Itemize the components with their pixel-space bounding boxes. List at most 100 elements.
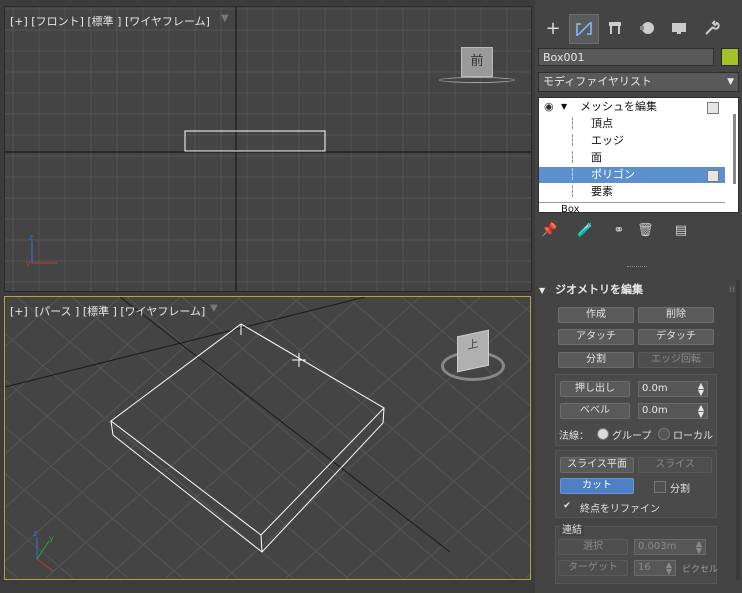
spinner-arrows-icon[interactable]: ▲ ▼ bbox=[696, 540, 702, 555]
extrude-spinner[interactable]: 0.0m ▲ ▼ bbox=[638, 381, 708, 397]
spinner-arrows-icon[interactable]: ▲ ▼ bbox=[698, 382, 704, 397]
stack-subobject-polygon[interactable]: ┆ ポリゴン bbox=[539, 167, 725, 183]
stack-item-label: 要素 bbox=[591, 185, 613, 198]
modifier-stack[interactable]: ◉ ▼ メッシュを編集 ┆ 頂点 ┆ エッジ ┆ 面 ┆ ポリゴン ┆ 要素 B… bbox=[538, 97, 739, 213]
pin-stack-icon[interactable]: 📌 bbox=[541, 222, 557, 240]
slice-button[interactable]: スライス bbox=[638, 457, 712, 473]
configure-modifier-sets-icon[interactable]: ▤ bbox=[673, 222, 689, 240]
refine-ends-checkbox[interactable]: ✔ bbox=[562, 501, 572, 511]
remove-modifier-icon[interactable]: 🗑 bbox=[637, 222, 654, 240]
expand-arrow-icon[interactable]: ▼ bbox=[561, 99, 567, 115]
extrude-button[interactable]: 押し出し bbox=[560, 381, 630, 397]
create-button[interactable]: 作成 bbox=[558, 307, 634, 323]
turn-edge-button[interactable]: エッジ回転 bbox=[638, 352, 714, 368]
cut-button[interactable]: カット bbox=[560, 478, 634, 494]
stack-toolbar: 📌 🧪 ⚭ 🗑 ▤ bbox=[535, 222, 742, 242]
spinner-value: 0.003m bbox=[638, 541, 677, 552]
spinner-value: 16 bbox=[638, 562, 651, 573]
stack-item-label: Box bbox=[561, 204, 580, 213]
delete-button[interactable]: 削除 bbox=[638, 307, 714, 323]
spinner-value: 0.0m bbox=[642, 383, 668, 394]
modify-icon[interactable] bbox=[569, 14, 599, 44]
weld-group: 連結 選択 0.003m ▲ ▼ ターゲット 16 ▲ ▼ ピクセル bbox=[555, 521, 719, 584]
stack-item-toggle[interactable] bbox=[707, 102, 719, 114]
utilities-icon[interactable] bbox=[697, 14, 725, 42]
modifier-list-label: モディファイヤリスト bbox=[543, 75, 652, 88]
stack-item-label: 面 bbox=[591, 151, 602, 164]
create-icon[interactable]: + bbox=[539, 14, 567, 42]
stack-subobject-element[interactable]: ┆ 要素 bbox=[539, 184, 725, 200]
front-viewport[interactable]: z y [+] [フロント] [標準 ] [ワイヤフレーム] ▼ 前 bbox=[4, 6, 532, 292]
stack-scrollbar[interactable] bbox=[733, 114, 736, 184]
axis-tripod-icon: z y bbox=[26, 233, 57, 268]
extrude-bevel-group: 押し出し 0.0m ▲ ▼ ベベル 0.0m ▲ ▼ 法線： グループ ローカル bbox=[555, 374, 717, 446]
stack-subobject-face[interactable]: ┆ 面 bbox=[539, 150, 725, 166]
attach-button[interactable]: アタッチ bbox=[558, 329, 634, 345]
normal-group-radio[interactable] bbox=[597, 428, 609, 440]
stack-item-edit-mesh[interactable]: ◉ ▼ メッシュを編集 bbox=[539, 99, 725, 115]
make-unique-icon[interactable]: ⚭ bbox=[611, 222, 627, 240]
normal-label: 法線： bbox=[559, 431, 589, 442]
eye-icon[interactable]: ◉ bbox=[544, 99, 554, 115]
viewcube[interactable]: 前 bbox=[435, 47, 515, 87]
command-panel: + Box001 モディファイヤリスト ▼ ◉ ▼ メッシュを編集 ┆ 頂点 ┆… bbox=[535, 0, 742, 593]
viewcube-face[interactable]: 前 bbox=[461, 47, 493, 77]
weld-target-spinner[interactable]: 16 ▲ ▼ bbox=[634, 560, 676, 576]
stack-subobject-vertex[interactable]: ┆ 頂点 bbox=[539, 116, 725, 132]
stack-subobject-edge[interactable]: ┆ エッジ bbox=[539, 133, 725, 149]
box-front-wireframe bbox=[184, 130, 326, 152]
viewcube-face[interactable]: 上 bbox=[457, 329, 489, 373]
weld-target-button[interactable]: ターゲット bbox=[558, 560, 628, 576]
stack-item-box[interactable]: Box bbox=[539, 202, 725, 213]
stack-item-label: ポリゴン bbox=[591, 168, 635, 181]
weld-select-button[interactable]: 選択 bbox=[558, 539, 628, 555]
stack-item-label: 頂点 bbox=[591, 117, 613, 130]
rollout-edit-geometry-header[interactable]: ▼ ジオメトリを編集 ⁞⁞ bbox=[539, 282, 739, 298]
normal-local-label: ローカル bbox=[673, 431, 713, 442]
normal-local-radio[interactable] bbox=[658, 428, 670, 440]
viewport-label[interactable]: [+] [パース ] [標準 ] [ワイヤフレーム] bbox=[10, 303, 205, 319]
viewcube[interactable]: 上 bbox=[439, 329, 509, 391]
splitter-handle[interactable] bbox=[627, 266, 647, 270]
chevron-down-icon: ▼ bbox=[727, 77, 734, 87]
hierarchy-icon[interactable] bbox=[601, 14, 629, 42]
slice-group: スライス平面 スライス カット 分割 ✔ 終点をリファイン bbox=[555, 450, 717, 518]
detach-button[interactable]: デタッチ bbox=[638, 329, 714, 345]
show-end-result-icon[interactable]: 🧪 bbox=[577, 222, 593, 240]
weld-threshold-spinner[interactable]: 0.003m ▲ ▼ bbox=[634, 539, 706, 555]
svg-text:z: z bbox=[29, 233, 33, 242]
stack-item-toggle[interactable] bbox=[707, 170, 719, 182]
weld-label: 連結 bbox=[560, 521, 584, 536]
stack-item-label: エッジ bbox=[591, 134, 624, 147]
pixels-label: ピクセル bbox=[682, 565, 719, 575]
refine-ends-label: 終点をリファイン bbox=[580, 504, 660, 515]
axis-tripod-icon: z y bbox=[33, 529, 54, 572]
bevel-spinner[interactable]: 0.0m ▲ ▼ bbox=[638, 403, 708, 419]
spinner-arrows-icon[interactable]: ▲ ▼ bbox=[698, 404, 704, 419]
object-name-input[interactable]: Box001 bbox=[538, 48, 714, 66]
collapse-arrow-icon: ▼ bbox=[539, 286, 546, 295]
motion-icon[interactable] bbox=[633, 14, 661, 42]
object-color-swatch[interactable] bbox=[721, 48, 739, 66]
spinner-arrows-icon[interactable]: ▲ ▼ bbox=[666, 561, 672, 576]
viewport-label[interactable]: [+] [フロント] [標準 ] [ワイヤフレーム] bbox=[10, 13, 210, 29]
svg-text:z: z bbox=[33, 529, 37, 538]
modifier-list-dropdown[interactable]: モディファイヤリスト ▼ bbox=[538, 72, 739, 92]
spinner-value: 0.0m bbox=[642, 405, 668, 416]
bevel-button[interactable]: ベベル bbox=[560, 403, 630, 419]
display-icon[interactable] bbox=[665, 14, 693, 42]
stack-item-label: メッシュを編集 bbox=[580, 100, 657, 113]
grip-icon: ⁞⁞ bbox=[728, 285, 735, 294]
slice-plane-button[interactable]: スライス平面 bbox=[560, 457, 634, 473]
box-perspective-wireframe bbox=[110, 323, 385, 553]
panel-scrollbar[interactable] bbox=[736, 280, 740, 580]
split-label: 分割 bbox=[670, 484, 690, 495]
filter-icon[interactable]: ▼ bbox=[221, 13, 229, 24]
rollout-title: ジオメトリを編集 bbox=[555, 283, 643, 296]
filter-icon[interactable]: ▼ bbox=[210, 303, 218, 314]
split-checkbox[interactable] bbox=[654, 481, 666, 493]
svg-text:y: y bbox=[26, 259, 31, 268]
perspective-viewport[interactable]: z y [+] [パース ] [標準 ] [ワイヤフレーム] ▼ 上 bbox=[4, 296, 531, 580]
divide-button[interactable]: 分割 bbox=[558, 352, 634, 368]
command-panel-tabs: + bbox=[535, 14, 742, 44]
